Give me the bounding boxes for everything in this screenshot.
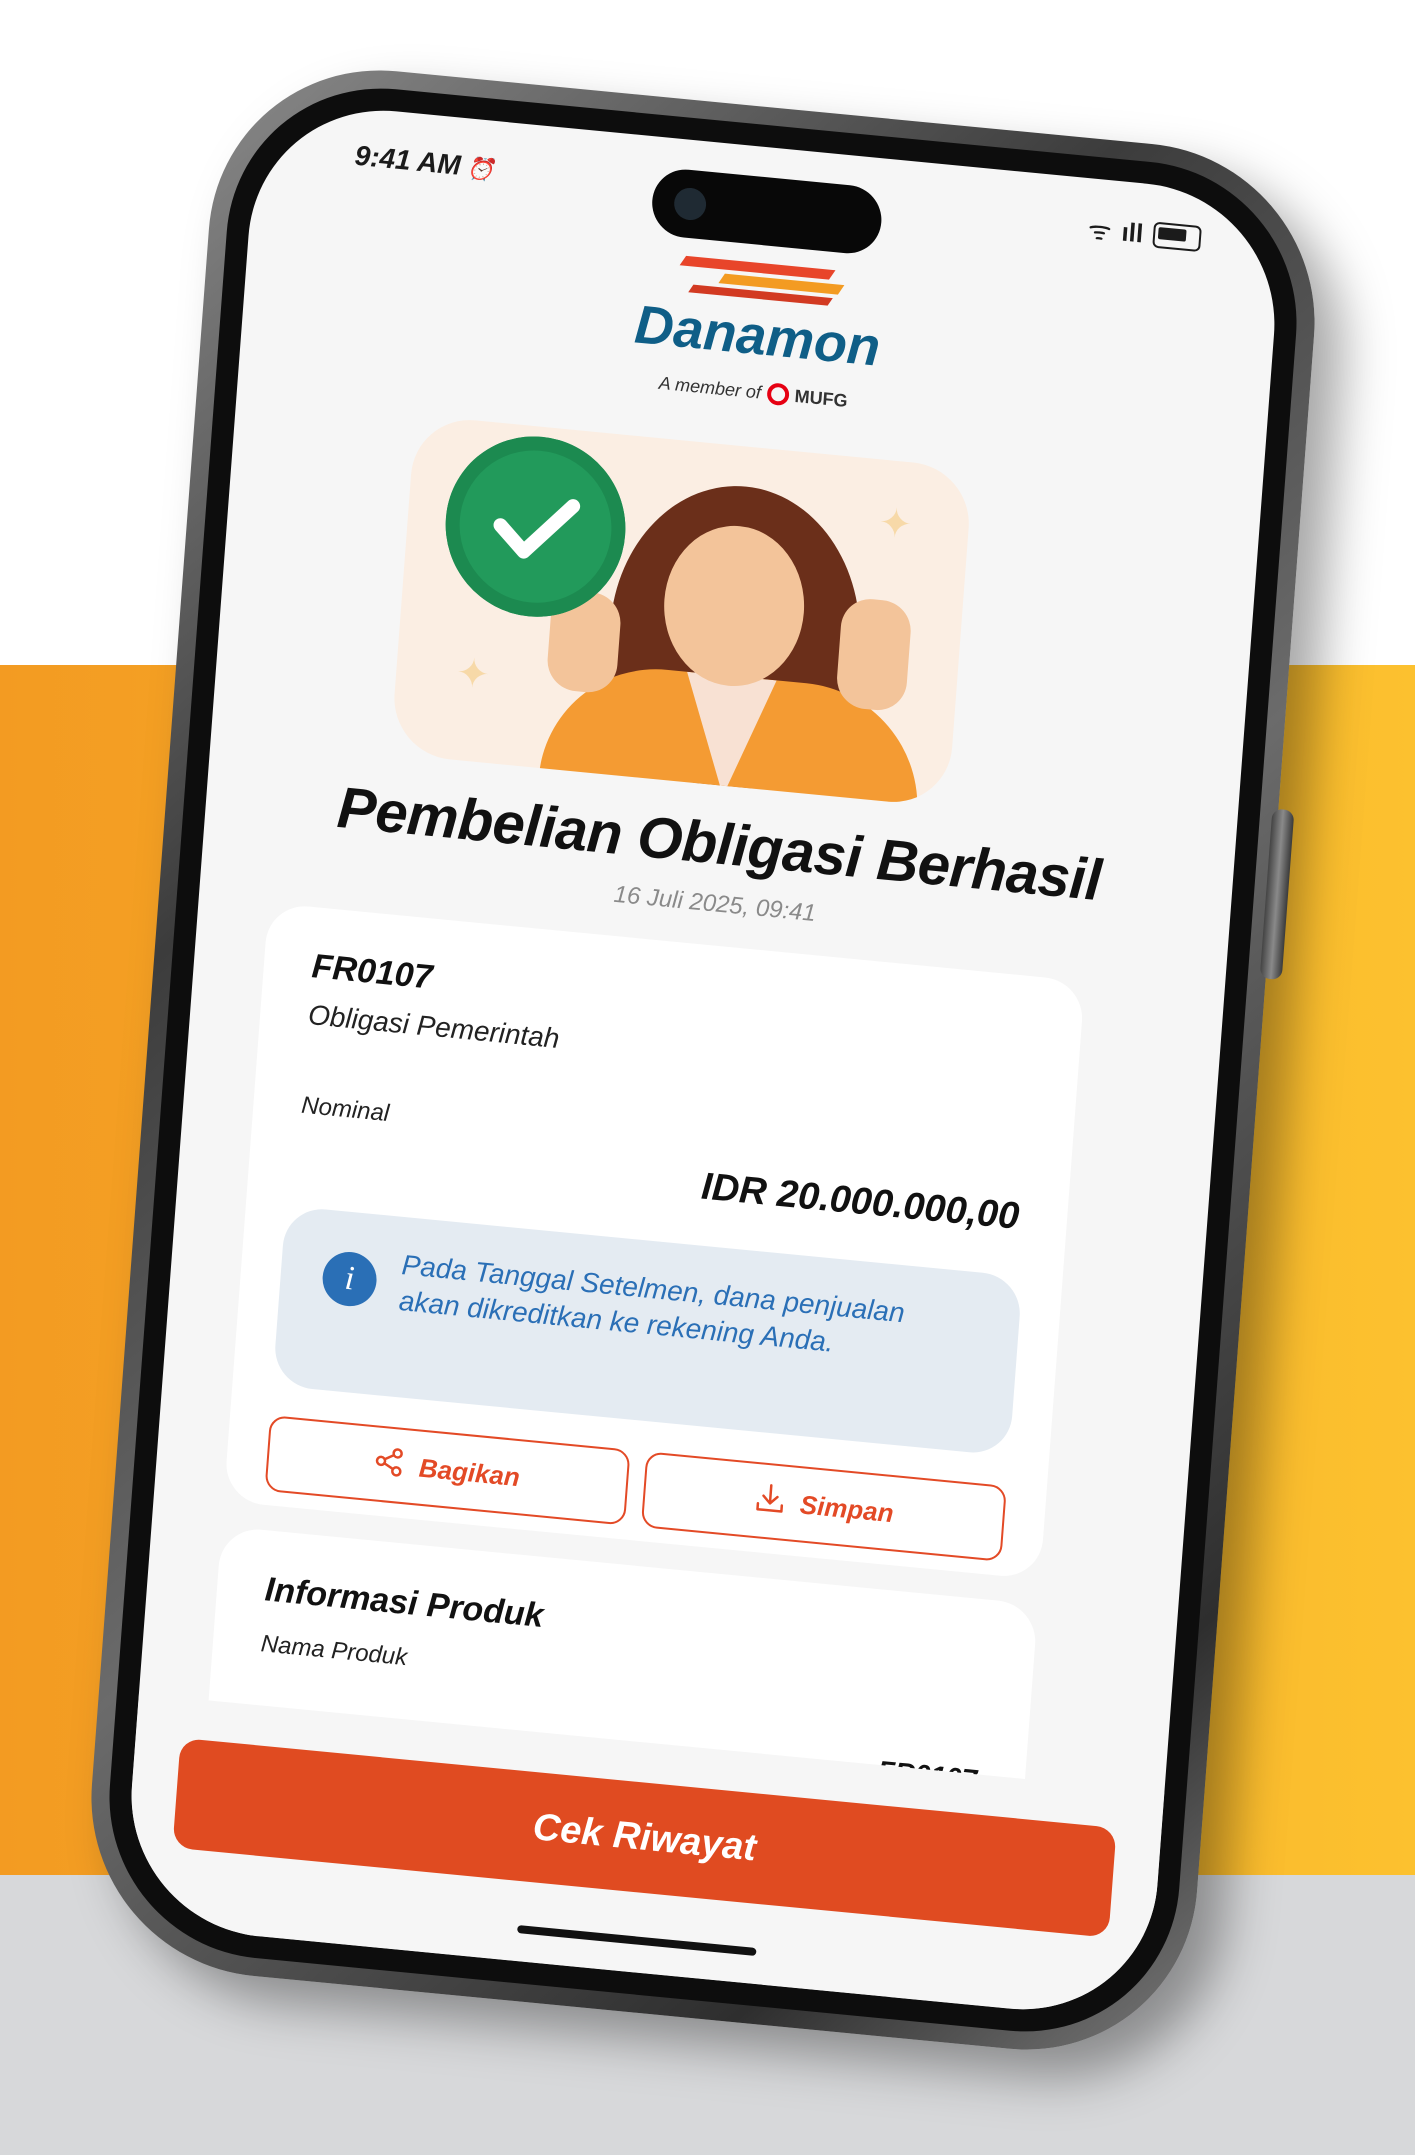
nominal-value: IDR 20.000.000,00	[699, 1165, 1021, 1238]
success-illustration: ✦ ✦	[390, 414, 974, 808]
phone-mockup: 9:41 AM⏰ ᯤ ıll Danamon A member of MUFG	[78, 54, 1328, 2066]
camera-icon	[673, 186, 708, 222]
info-text: Pada Tanggal Setelmen, dana penjualan ak…	[397, 1249, 906, 1358]
info-icon: i	[320, 1249, 379, 1309]
dynamic-island	[649, 166, 884, 257]
mufg-logo-icon	[766, 382, 790, 407]
save-button[interactable]: Simpan	[640, 1451, 1007, 1562]
battery-icon	[1152, 221, 1202, 253]
signal-icon: ıll	[1120, 216, 1145, 249]
status-indicators: ᯤ ıll	[1087, 210, 1203, 257]
home-indicator[interactable]	[517, 1925, 757, 1957]
thumbs-up-right	[834, 596, 913, 713]
check-history-label: Cek Riwayat	[531, 1805, 758, 1869]
settlement-info-box: i Pada Tanggal Setelmen, dana penjualan …	[272, 1205, 1023, 1457]
bond-type: Obligasi Pemerintah	[307, 999, 561, 1055]
save-label: Simpan	[798, 1488, 895, 1528]
sparkle-icon: ✦	[877, 500, 914, 548]
sparkle-icon: ✦	[454, 650, 492, 698]
share-label: Bagikan	[417, 1452, 521, 1492]
status-time-text: 9:41 AM	[353, 139, 462, 181]
share-icon	[374, 1445, 407, 1485]
wifi-icon: ᯤ	[1086, 214, 1113, 247]
status-time: 9:41 AM ⏰	[354, 140, 496, 185]
app-screen: 9:41 AM⏰ ᯤ ıll Danamon A member of MUFG	[121, 98, 1285, 2022]
transaction-card: FR0107 Obligasi Pemerintah Nominal IDR 2…	[223, 902, 1085, 1580]
share-button[interactable]: Bagikan	[264, 1415, 631, 1526]
member-text: A member of	[658, 372, 762, 403]
bond-code: FR0107	[310, 947, 434, 997]
mufg-text: MUFG	[794, 385, 849, 411]
nominal-label: Nominal	[300, 1091, 391, 1128]
product-name-label: Nama Produk	[259, 1630, 409, 1672]
alarm-icon: ⏰	[465, 155, 495, 184]
download-icon	[753, 1480, 788, 1522]
product-info-title: Informasi Produk	[263, 1570, 545, 1636]
